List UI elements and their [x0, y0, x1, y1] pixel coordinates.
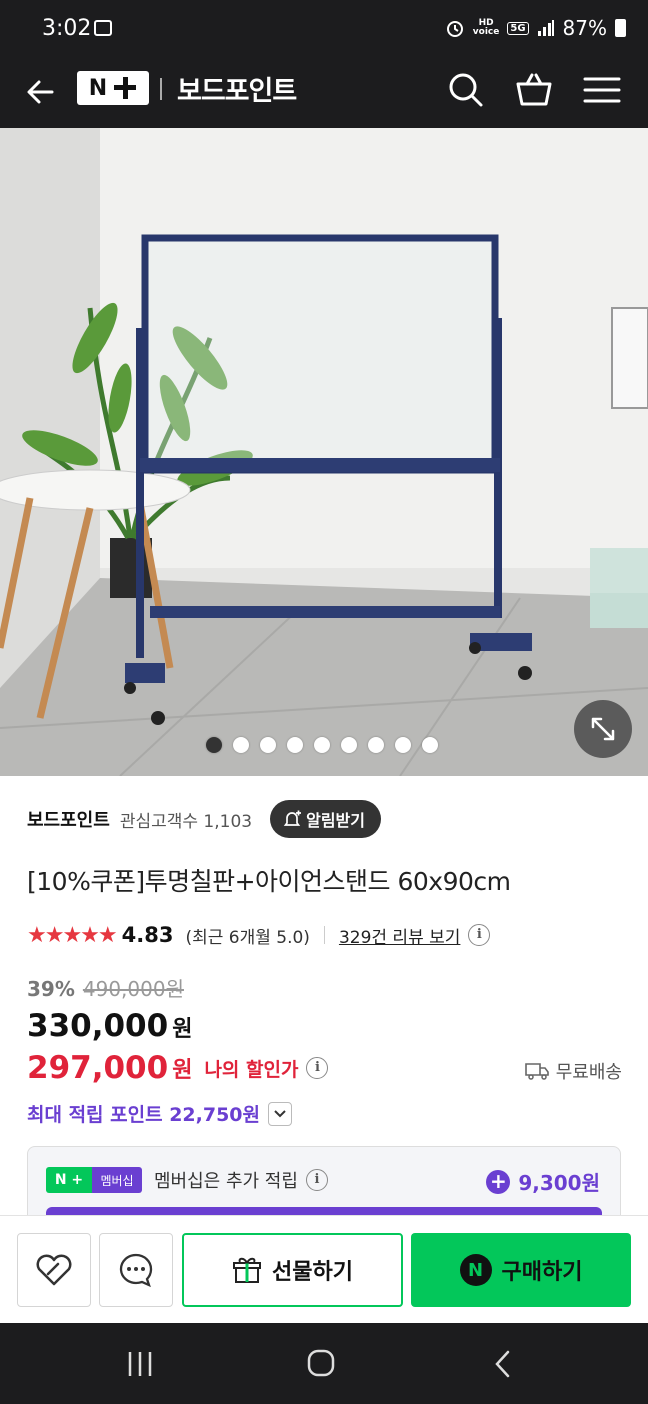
carousel-dot[interactable] [233, 737, 249, 753]
original-price: 490,000원 [82, 977, 184, 1001]
store-name[interactable]: 보드포인트 [27, 806, 110, 832]
buy-label: 구매하기 [501, 1260, 583, 1285]
battery-percent: 87% [562, 16, 607, 40]
product-photo [0, 128, 648, 776]
divider [323, 926, 325, 944]
shipping-info: 무료배송 [524, 1058, 622, 1084]
carousel-dot[interactable] [422, 737, 438, 753]
plus-icon [114, 77, 137, 99]
membership-text-row: 멤버십은 추가 적립 i [154, 1167, 328, 1193]
membership-points-value: 9,300원 [518, 1171, 600, 1195]
truck-icon [524, 1063, 549, 1080]
status-time: 3:02 [42, 16, 92, 41]
store-info-row: 보드포인트 관심고객수 1,103 알림받기 [27, 800, 381, 838]
max-points-label: 최대 적립 포인트 22,750원 [27, 1104, 261, 1126]
recent-apps-icon[interactable] [124, 1349, 156, 1379]
naver-plus-logo[interactable]: N [77, 71, 149, 105]
product-title: [10%쿠폰]투명칠판+아이언스탠드 60x90cm [27, 867, 511, 896]
gift-icon [233, 1257, 262, 1283]
product-image-carousel[interactable] [0, 128, 648, 776]
fan-count: 관심고객수 1,103 [119, 811, 253, 832]
max-points-row[interactable]: 최대 적립 포인트 22,750원 [27, 1100, 293, 1127]
battery-icon [615, 19, 626, 37]
chevron-down-icon[interactable] [268, 1101, 293, 1126]
info-icon[interactable]: i [306, 1057, 329, 1079]
expand-image-button[interactable] [574, 700, 632, 758]
carousel-dot[interactable] [287, 737, 303, 753]
back-nav-icon[interactable] [490, 1349, 518, 1379]
membership-logo-n: N + [46, 1167, 92, 1193]
buy-button[interactable]: N 구매하기 [411, 1233, 631, 1307]
gift-button[interactable]: 선물하기 [182, 1233, 403, 1307]
carousel-dot[interactable] [395, 737, 411, 753]
back-arrow-icon[interactable] [22, 72, 62, 112]
gallery-notification-icon [94, 20, 112, 36]
header-store-name[interactable]: 보드포인트 [177, 69, 297, 108]
membership-logo-label: 멤버십 [92, 1167, 142, 1193]
info-icon[interactable]: i [305, 1169, 328, 1191]
discount-row: 39% 490,000원 [27, 973, 184, 1002]
carousel-dots [206, 737, 438, 753]
search-icon[interactable] [444, 68, 488, 112]
naver-pay-icon: N [459, 1254, 492, 1286]
talk-button[interactable] [99, 1233, 173, 1307]
notify-button[interactable]: 알림받기 [270, 800, 381, 838]
carousel-dot[interactable] [368, 737, 384, 753]
membership-text: 멤버십은 추가 적립 [154, 1171, 298, 1192]
my-price-unit: 원 [172, 1058, 193, 1083]
carousel-dot[interactable] [206, 737, 222, 753]
bottom-action-bar: 선물하기 N 구매하기 [0, 1215, 648, 1323]
status-bar: 3:02 HD voice 5G 87% [0, 0, 648, 58]
alarm-icon [446, 21, 463, 37]
sale-price-unit: 원 [172, 1017, 193, 1042]
plus-circle-icon: + [486, 1169, 511, 1194]
rating-row: ★★★★★ 4.83 (최근 6개월 5.0) 329건 리뷰 보기 i [27, 920, 491, 950]
cart-icon[interactable] [512, 68, 556, 112]
sale-price-value: 330,000 [27, 1008, 169, 1044]
wishlist-button[interactable] [17, 1233, 91, 1307]
my-discount-price: 297,000 원 나의 할인가 i [27, 1050, 329, 1086]
expand-icon [591, 717, 615, 741]
notify-label: 알림받기 [306, 811, 365, 830]
discount-rate: 39% [27, 977, 75, 1001]
rating-value: 4.83 [121, 923, 174, 947]
carousel-dot[interactable] [341, 737, 357, 753]
hd-voice-badge: HD voice [472, 18, 500, 37]
bell-plus-icon [283, 810, 302, 826]
system-nav-bar [0, 1323, 648, 1404]
carousel-dot[interactable] [314, 737, 330, 753]
chat-bubble-icon [119, 1253, 153, 1288]
network-badge: 5G [507, 21, 529, 35]
heart-icon [36, 1254, 72, 1286]
gift-label: 선물하기 [272, 1260, 353, 1285]
header-divider [160, 78, 162, 100]
info-icon[interactable]: i [468, 924, 491, 946]
review-link[interactable]: 329건 리뷰 보기 [339, 923, 460, 948]
home-icon[interactable] [305, 1347, 337, 1379]
my-price-value: 297,000 [27, 1050, 169, 1086]
recent-rating: (최근 6개월 5.0) [185, 927, 310, 948]
app-header: N 보드포인트 [0, 58, 648, 128]
logo-n: N [88, 75, 108, 101]
sale-price: 330,000 원 [27, 1008, 192, 1044]
signal-icon [537, 20, 554, 36]
my-price-label: 나의 할인가 [204, 1058, 299, 1081]
star-rating-icon: ★★★★★ [27, 922, 118, 948]
membership-points: + 9,300원 [486, 1167, 600, 1196]
menu-icon[interactable] [580, 68, 624, 112]
carousel-dot[interactable] [260, 737, 276, 753]
naver-membership-logo: N + 멤버십 [46, 1167, 142, 1193]
shipping-label: 무료배송 [555, 1062, 622, 1083]
status-indicators: HD voice 5G 87% [445, 16, 626, 40]
